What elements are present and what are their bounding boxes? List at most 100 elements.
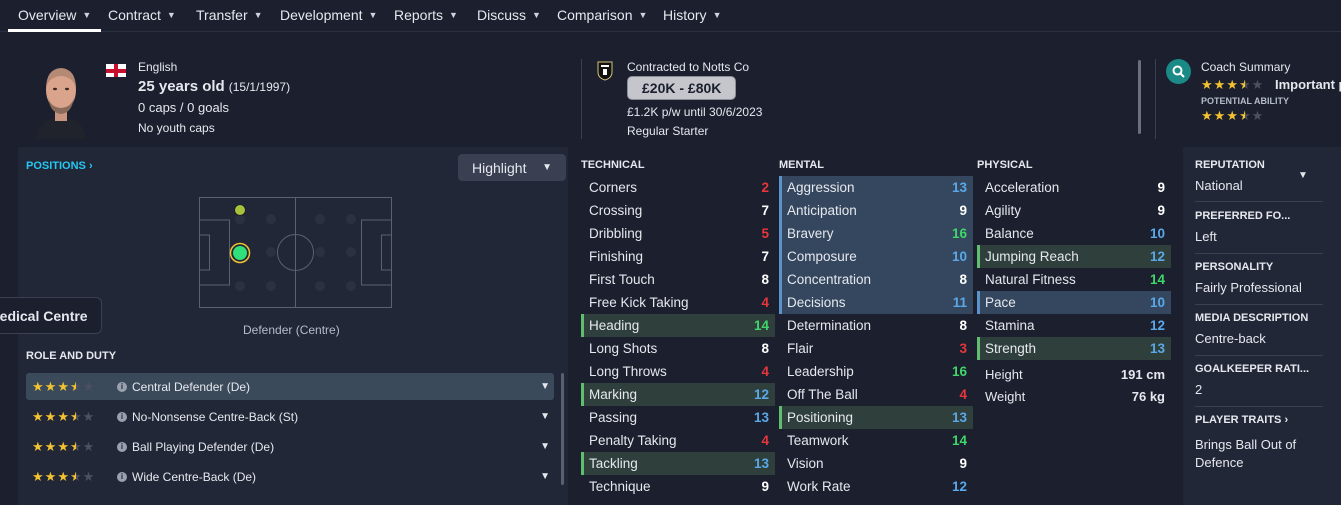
half-star-icon: ★ <box>69 439 82 454</box>
divider <box>1195 406 1323 407</box>
tab-comparison[interactable]: Comparison ▼ <box>557 0 647 30</box>
attribute-row[interactable]: Natural Fitness 14 <box>977 268 1171 291</box>
attribute-row[interactable]: Acceleration 9 <box>977 176 1171 199</box>
role-stars: ★ ★ ★ ★ ★ <box>32 410 94 423</box>
search-icon[interactable] <box>1166 59 1191 84</box>
tab-discuss[interactable]: Discuss ▼ <box>477 0 541 30</box>
club-badge-icon[interactable] <box>597 61 613 81</box>
height-label: Height <box>985 367 1023 382</box>
attribute-row[interactable]: Free Kick Taking 4 <box>581 291 775 314</box>
role-stars: ★ ★ ★ ★ ★ <box>32 380 94 393</box>
attribute-value: 10 <box>951 249 967 264</box>
attribute-row[interactable]: First Touch 8 <box>581 268 775 291</box>
attribute-row[interactable]: Aggression 13 <box>779 176 973 199</box>
attribute-value: 8 <box>959 272 967 287</box>
attribute-row[interactable]: Off The Ball 4 <box>779 383 973 406</box>
attribute-row[interactable]: Finishing 7 <box>581 245 775 268</box>
tab-overview[interactable]: Overview ▼ <box>7 0 102 32</box>
contract-club[interactable]: Contracted to Notts Co <box>627 60 749 74</box>
player-traits-link[interactable]: PLAYER TRAITS › <box>1195 414 1288 426</box>
divider <box>1195 253 1323 254</box>
attribute-row[interactable]: Decisions 11 <box>779 291 973 314</box>
position-pitch[interactable] <box>199 197 392 308</box>
current-ability-stars: ★ ★ ★ ★ ★ <box>1201 78 1263 91</box>
attribute-row[interactable]: Heading 14 <box>581 314 775 337</box>
value-range-badge[interactable]: £20K - £80K <box>628 77 736 99</box>
attribute-name: Agility <box>985 203 1022 218</box>
medical-centre-tooltip[interactable]: Medical Centre <box>0 297 102 334</box>
attribute-row[interactable]: Tackling 13 <box>581 452 775 475</box>
highlight-dropdown[interactable]: Highlight ▼ <box>458 154 566 181</box>
attribute-value: 9 <box>1157 203 1165 218</box>
attribute-row[interactable]: Long Shots 8 <box>581 337 775 360</box>
attribute-row[interactable]: Long Throws 4 <box>581 360 775 383</box>
attribute-row[interactable]: Marking 12 <box>581 383 775 406</box>
attribute-row[interactable]: Concentration 8 <box>779 268 973 291</box>
role-row[interactable]: ★ ★ ★ ★ ★ i Ball Playing Defender (De) ▼ <box>26 433 554 460</box>
potential-ability-label: POTENTIAL ABILITY <box>1201 96 1290 106</box>
attribute-value: 3 <box>959 341 967 356</box>
attribute-row[interactable]: Determination 8 <box>779 314 973 337</box>
attribute-row[interactable]: Anticipation 9 <box>779 199 973 222</box>
attribute-row[interactable]: Pace 10 <box>977 291 1171 314</box>
info-icon[interactable]: i <box>117 471 127 482</box>
attribute-row[interactable]: Teamwork 14 <box>779 429 973 452</box>
info-icon[interactable]: i <box>117 411 127 422</box>
info-icon[interactable]: i <box>117 441 127 452</box>
role-row[interactable]: ★ ★ ★ ★ ★ i Central Defender (De) ▼ <box>26 373 554 400</box>
info-icon[interactable]: i <box>117 381 127 392</box>
attribute-row[interactable]: Positioning 13 <box>779 406 973 429</box>
chevron-down-icon: ▼ <box>449 10 458 20</box>
attribute-row[interactable]: Crossing 7 <box>581 199 775 222</box>
attribute-name: Corners <box>589 180 638 195</box>
attribute-row[interactable]: Bravery 16 <box>779 222 973 245</box>
attribute-row[interactable]: Jumping Reach 12 <box>977 245 1171 268</box>
attribute-value: 13 <box>753 410 769 425</box>
attribute-row[interactable]: Dribbling 5 <box>581 222 775 245</box>
attribute-row[interactable]: Agility 9 <box>977 199 1171 222</box>
tab-transfer[interactable]: Transfer ▼ <box>196 0 263 30</box>
divider <box>1155 59 1156 139</box>
attribute-row[interactable]: Work Rate 12 <box>779 475 973 498</box>
positions-link[interactable]: POSITIONS › <box>26 160 93 172</box>
personality-label: PERSONALITY <box>1195 261 1274 273</box>
attribute-name: Aggression <box>787 180 855 195</box>
personality-value: Fairly Professional <box>1195 280 1302 295</box>
tab-reports[interactable]: Reports ▼ <box>394 0 458 30</box>
half-star-icon: ★ <box>69 409 82 424</box>
attribute-row[interactable]: Strength 13 <box>977 337 1171 360</box>
scrollbar[interactable] <box>1138 60 1141 134</box>
attribute-row[interactable]: Flair 3 <box>779 337 973 360</box>
attribute-row[interactable]: Stamina 12 <box>977 314 1171 337</box>
attribute-row[interactable]: Penalty Taking 4 <box>581 429 775 452</box>
scrollbar[interactable] <box>561 373 564 485</box>
attribute-row[interactable]: Passing 13 <box>581 406 775 429</box>
attribute-row[interactable]: Vision 9 <box>779 452 973 475</box>
attribute-row[interactable]: Leadership 16 <box>779 360 973 383</box>
attribute-value: 8 <box>959 318 967 333</box>
attribute-name: Decisions <box>787 295 846 310</box>
role-row[interactable]: ★ ★ ★ ★ ★ i No-Nonsense Centre-Back (St) ▼ <box>26 403 554 430</box>
attribute-row[interactable]: Corners 2 <box>581 176 775 199</box>
attribute-value: 5 <box>761 226 769 241</box>
chevron-down-icon[interactable]: ▼ <box>540 411 550 422</box>
attribute-value: 13 <box>951 180 967 195</box>
role-row[interactable]: ★ ★ ★ ★ ★ i Wide Centre-Back (De) ▼ <box>26 463 554 490</box>
attribute-value: 4 <box>761 433 769 448</box>
attribute-value: 12 <box>951 479 967 494</box>
attribute-name: Flair <box>787 341 814 356</box>
tab-development[interactable]: Development ▼ <box>280 0 377 30</box>
tab-contract[interactable]: Contract ▼ <box>108 0 176 30</box>
chevron-down-icon[interactable]: ▼ <box>540 441 550 452</box>
tab-history[interactable]: History ▼ <box>663 0 721 30</box>
chevron-down-icon[interactable]: ▼ <box>1298 170 1308 181</box>
tab-label: Transfer <box>196 7 248 23</box>
attribute-row[interactable]: Technique 9 <box>581 475 775 498</box>
attribute-row[interactable]: Balance 10 <box>977 222 1171 245</box>
chevron-down-icon[interactable]: ▼ <box>540 471 550 482</box>
attribute-value: 9 <box>959 456 967 471</box>
coach-importance: Important p <box>1275 77 1341 92</box>
chevron-down-icon[interactable]: ▼ <box>540 381 550 392</box>
attribute-row[interactable]: Composure 10 <box>779 245 973 268</box>
top-navigation: Overview ▼ Contract ▼ Transfer ▼ Developmen… <box>0 0 1341 32</box>
